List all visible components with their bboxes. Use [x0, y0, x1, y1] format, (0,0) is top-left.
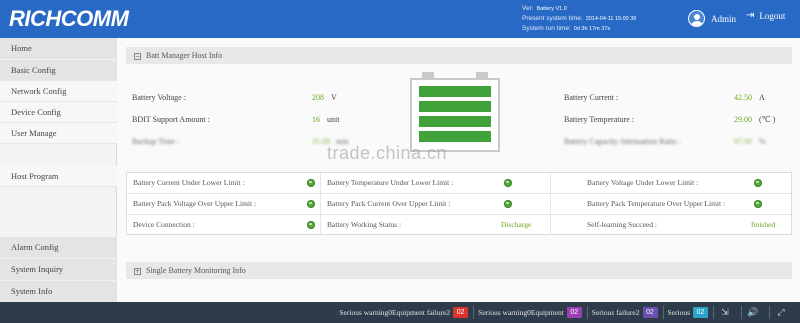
- brand-logo: RICHCOMM: [9, 6, 129, 31]
- alarm-item[interactable]: Serious 02: [667, 307, 708, 318]
- capacity-attenuation-unit: %: [759, 137, 766, 146]
- sidebar-item-alarm-config[interactable]: Alarm Config: [0, 237, 117, 258]
- expand-icon[interactable]: ⤢: [770, 302, 792, 323]
- status-ok-icon: [307, 200, 315, 208]
- sidebar-item-host-program[interactable]: Host Program: [0, 166, 117, 187]
- expand-icon: +: [134, 268, 141, 275]
- watermark-text: trade.china.cn: [327, 143, 448, 163]
- capacity-attenuation-value: 87.00: [734, 137, 752, 146]
- sidebar-item-network-config[interactable]: Network Config: [0, 81, 117, 102]
- host-info-title: Batt Manager Host Info: [146, 51, 223, 60]
- alarm-count-badge: 02: [642, 307, 658, 318]
- battery-cell: [419, 86, 491, 97]
- present-time-value: 2014-04-11 15:00 39: [585, 16, 637, 22]
- main-content: − Batt Manager Host Info Battery Voltage …: [117, 38, 800, 302]
- sidebar-item-system-inquiry[interactable]: System Inquiry: [0, 259, 117, 280]
- capacity-attenuation-label: Battery Capacity Attenuation Ratio :: [564, 137, 681, 146]
- backup-time-label: Backup Time :: [132, 137, 180, 146]
- export-icon[interactable]: ⇲: [714, 302, 736, 323]
- status-ok-icon: [307, 179, 315, 187]
- user-avatar-icon: [688, 10, 705, 27]
- battery-current-value: 42.50: [734, 93, 752, 102]
- divider: [473, 306, 475, 319]
- bdit-support-label: BDIT Support Amount :: [132, 115, 210, 124]
- status-table: Battery Current Under Lower Limit : Batt…: [126, 172, 792, 235]
- alarm-status-bar: Serious warning0Equipment failure2 02 Se…: [0, 302, 800, 323]
- volume-icon[interactable]: 🔊: [742, 302, 764, 323]
- alarm-label: Serious failure2: [591, 308, 640, 317]
- present-time-label: Present system time:: [522, 15, 583, 22]
- alarm-item[interactable]: Serious failure2 02: [592, 307, 658, 318]
- battery-cell: [419, 131, 491, 142]
- battery-current-label: Battery Current :: [564, 93, 619, 102]
- collapse-icon: −: [134, 53, 141, 60]
- table-row: Battery Current Under Lower Limit : Batt…: [127, 173, 791, 194]
- status-label: Battery Pack Current Over Upper Limit :: [321, 194, 551, 214]
- version-label: Ver:: [522, 5, 534, 12]
- battery-voltage-value: 208: [312, 93, 324, 102]
- logout-button[interactable]: ⇥ Logout: [746, 10, 785, 21]
- battery-temperature-label: Battery Temperature :: [564, 115, 634, 124]
- bdit-support-value: 16: [312, 115, 320, 124]
- alarm-count-badge: 02: [693, 307, 708, 318]
- status-label: Battery Pack Voltage Over Upper Limit :: [127, 194, 321, 214]
- alarm-item[interactable]: Serious warning0Equipment 02: [478, 307, 582, 318]
- divider: [662, 306, 664, 319]
- top-header: RICHCOMM Ver: Battery V1.0 Present system…: [0, 0, 800, 38]
- logout-icon: ⇥: [746, 10, 755, 21]
- battery-current-unit: A: [759, 93, 765, 102]
- alarm-item[interactable]: Serious warning0Equipment failure2 02: [339, 307, 469, 318]
- host-info-section-header[interactable]: − Batt Manager Host Info: [126, 47, 792, 64]
- logout-label: Logout: [759, 10, 786, 21]
- alarm-count-badge: 02: [453, 307, 469, 318]
- alarm-label: Serious warning0Equipment failure2: [339, 308, 451, 317]
- sidebar-item-system-info[interactable]: System Info: [0, 281, 117, 302]
- status-ok-icon: [504, 179, 512, 187]
- battery-cell: [419, 116, 491, 127]
- battery-cell: [419, 101, 491, 112]
- status-ok-icon: [504, 200, 512, 208]
- sidebar-item-basic-config[interactable]: Basic Config: [0, 60, 117, 81]
- battery-voltage-unit: V: [331, 93, 337, 102]
- status-ok-icon: [754, 179, 762, 187]
- table-row: Device Connection : Battery Working Stat…: [127, 215, 791, 236]
- working-status-value: Discharge: [501, 220, 532, 229]
- system-info-panel: Ver: Battery V1.0 Present system time: 201…: [522, 4, 636, 34]
- sidebar-item-user-manage[interactable]: User Manage: [0, 123, 117, 144]
- status-label: Device Connection :: [127, 215, 321, 235]
- divider: [586, 306, 588, 319]
- bdit-support-unit: unit: [327, 115, 340, 124]
- alarm-count-badge: 02: [566, 307, 582, 318]
- battery-voltage-label: Battery Voltage :: [132, 93, 186, 102]
- run-time-value: 0d 3h 17m 37s: [573, 26, 611, 32]
- alarm-label: Serious: [667, 308, 691, 317]
- battery-temperature-value: 29.00: [734, 115, 752, 124]
- single-battery-title: Single Battery Monitoring Info: [146, 266, 246, 275]
- run-time-label: System run time:: [522, 25, 571, 32]
- version-value: Battery V1.0: [536, 6, 567, 12]
- self-learning-value: finished: [751, 220, 776, 229]
- battery-level-icon: [410, 72, 500, 152]
- status-label: Battery Temperature Under Lower Limit :: [321, 173, 551, 193]
- table-row: Battery Pack Voltage Over Upper Limit : …: [127, 194, 791, 215]
- user-menu[interactable]: Admin: [688, 10, 736, 27]
- user-name: Admin: [711, 13, 737, 24]
- sidebar: Home Basic Config Network Config Device …: [0, 38, 117, 302]
- sidebar-item-home[interactable]: Home: [0, 38, 117, 59]
- single-battery-section-header[interactable]: + Single Battery Monitoring Info: [126, 262, 792, 279]
- status-ok-icon: [307, 221, 315, 229]
- status-label: Battery Current Under Lower Limit :: [127, 173, 321, 193]
- sidebar-item-device-config[interactable]: Device Config: [0, 102, 117, 123]
- battery-temperature-unit: (℃ ): [759, 115, 776, 124]
- status-ok-icon: [754, 200, 762, 208]
- alarm-label: Serious warning0Equipment: [478, 308, 564, 317]
